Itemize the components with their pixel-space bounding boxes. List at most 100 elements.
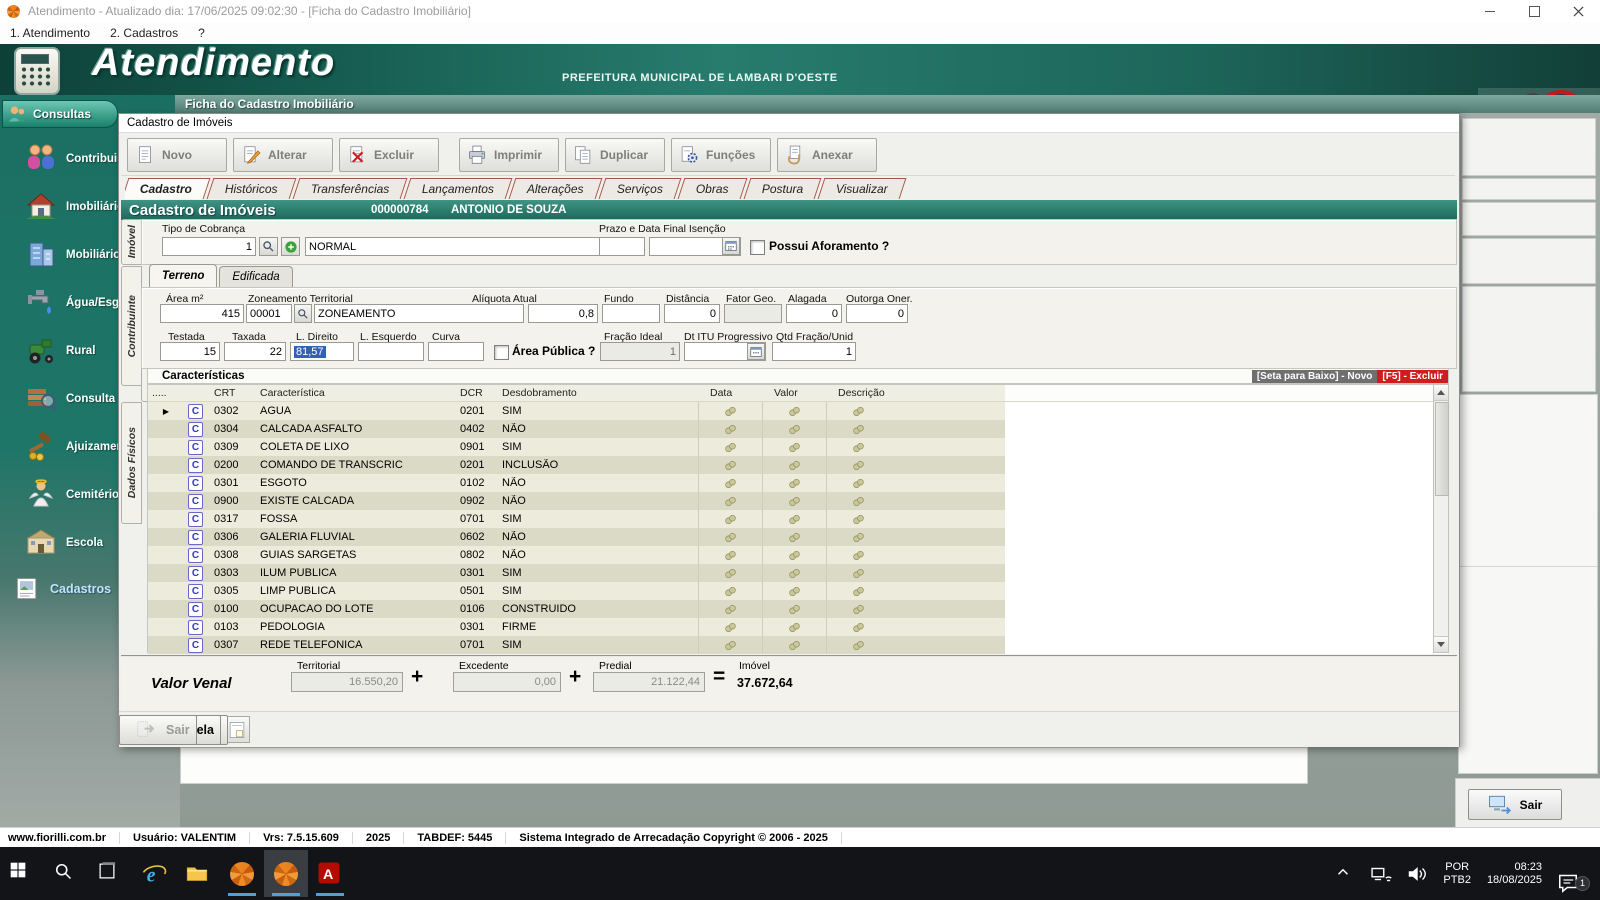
data-isencao-calendar-button[interactable] — [722, 237, 740, 255]
tipo-cobranca-search-button[interactable] — [259, 237, 278, 256]
minimize-button[interactable] — [1468, 0, 1512, 22]
descricao-lookup-icon[interactable] — [826, 636, 890, 654]
descricao-lookup-icon[interactable] — [826, 528, 890, 546]
valor-lookup-icon[interactable] — [762, 492, 826, 510]
qtd-fracao-field[interactable]: 1 — [772, 342, 856, 361]
table-row[interactable]: C 0302 AGUA 0201 SIM — [148, 402, 1448, 420]
table-row[interactable]: C 0200 COMANDO DE TRANSCRIC 0201 INCLUSÃ… — [148, 456, 1448, 474]
data-lookup-icon[interactable] — [698, 600, 762, 618]
prazo-isencao-field[interactable] — [599, 237, 645, 256]
notification-center-button[interactable]: 1 — [1556, 859, 1586, 889]
taxada-field[interactable]: 22 — [224, 342, 286, 361]
tab-servicos[interactable]: Serviços — [599, 178, 682, 199]
side-tab-imovel[interactable]: Imóvel — [121, 219, 142, 265]
tab-historicos[interactable]: Históricos — [207, 178, 297, 199]
valor-lookup-icon[interactable] — [762, 474, 826, 492]
data-lookup-icon[interactable] — [698, 582, 762, 600]
fiorilli-app-button[interactable] — [220, 850, 264, 897]
dt-itu-calendar-button[interactable] — [747, 343, 765, 360]
side-tab-contribuinte[interactable]: Contribuinte — [121, 266, 142, 386]
table-row[interactable]: C 0305 LIMP PUBLICA 0501 SIM — [148, 582, 1448, 600]
table-row[interactable]: C 0100 OCUPACAO DO LOTE 0106 CONSTRUIDO — [148, 600, 1448, 618]
file-explorer-button[interactable] — [176, 850, 220, 897]
maximize-button[interactable] — [1512, 0, 1556, 22]
data-lookup-icon[interactable] — [698, 420, 762, 438]
tray-chevron-up-icon[interactable] — [1334, 863, 1356, 885]
imprimir-button[interactable]: Imprimir — [459, 138, 559, 172]
sair-dialog-button[interactable]: Sair — [119, 715, 197, 745]
outorga-field[interactable]: 0 — [846, 304, 908, 323]
sair-background-button[interactable]: Sair — [1468, 789, 1562, 820]
l-direito-field[interactable]: 81,57 — [290, 342, 354, 361]
internet-explorer-button[interactable]: e — [132, 850, 176, 897]
valor-lookup-icon[interactable] — [762, 510, 826, 528]
l-esquerdo-field[interactable] — [358, 342, 424, 361]
data-lookup-icon[interactable] — [698, 492, 762, 510]
descricao-lookup-icon[interactable] — [826, 546, 890, 564]
aliquota-field[interactable]: 0,8 — [528, 304, 598, 323]
descricao-lookup-icon[interactable] — [826, 582, 890, 600]
aforamento-checkbox[interactable] — [750, 240, 765, 255]
curva-field[interactable] — [428, 342, 484, 361]
descricao-lookup-icon[interactable] — [826, 600, 890, 618]
tab-visualizar[interactable]: Visualizar — [818, 178, 907, 199]
fundo-field[interactable] — [602, 304, 660, 323]
speaker-icon[interactable] — [1406, 863, 1428, 885]
alagada-field[interactable]: 0 — [786, 304, 842, 323]
descricao-lookup-icon[interactable] — [826, 474, 890, 492]
tab-terreno[interactable]: Terreno — [149, 264, 217, 287]
scroll-up-button[interactable] — [1434, 385, 1448, 401]
table-row[interactable]: C 0309 COLETA DE LIXO 0901 SIM — [148, 438, 1448, 456]
tab-obras[interactable]: Obras — [678, 178, 748, 199]
descricao-lookup-icon[interactable] — [826, 618, 890, 636]
tipo-cobranca-name-field[interactable]: NORMAL — [305, 237, 605, 256]
scroll-thumb[interactable] — [1435, 402, 1449, 496]
fator-geo-field[interactable] — [724, 304, 782, 323]
close-button[interactable] — [1556, 0, 1600, 22]
side-tab-dados-fisicos[interactable]: Dados Físicos — [121, 402, 142, 524]
descricao-lookup-icon[interactable] — [826, 438, 890, 456]
valor-lookup-icon[interactable] — [762, 528, 826, 546]
descricao-lookup-icon[interactable] — [826, 420, 890, 438]
tab-cadastro[interactable]: Cadastro — [125, 178, 210, 199]
valor-lookup-icon[interactable] — [762, 582, 826, 600]
table-row[interactable]: C 0900 EXISTE CALCADA 0902 NÃO — [148, 492, 1448, 510]
tab-transferencias[interactable]: Transferências — [292, 178, 407, 199]
network-icon[interactable] — [1370, 863, 1392, 885]
data-lookup-icon[interactable] — [698, 438, 762, 456]
descricao-lookup-icon[interactable] — [826, 402, 890, 420]
data-lookup-icon[interactable] — [698, 546, 762, 564]
start-button[interactable] — [0, 850, 44, 897]
table-row[interactable]: C 0317 FOSSA 0701 SIM — [148, 510, 1448, 528]
distancia-field[interactable]: 0 — [664, 304, 720, 323]
data-lookup-icon[interactable] — [698, 402, 762, 420]
zoneamento-name-field[interactable]: ZONEAMENTO — [314, 304, 524, 323]
valor-lookup-icon[interactable] — [762, 402, 826, 420]
data-lookup-icon[interactable] — [698, 564, 762, 582]
table-row[interactable]: C 0306 GALERIA FLUVIAL 0602 NÃO — [148, 528, 1448, 546]
table-row[interactable]: C 0103 PEDOLOGIA 0301 FIRME — [148, 618, 1448, 636]
sidebar-header-consultas[interactable]: Consultas — [2, 100, 118, 128]
descricao-lookup-icon[interactable] — [826, 456, 890, 474]
descricao-lookup-icon[interactable] — [826, 492, 890, 510]
tab-lancamentos[interactable]: Lançamentos — [404, 178, 513, 199]
tab-edificada[interactable]: Edificada — [219, 266, 292, 287]
language-indicator[interactable]: POR PTB2 — [1443, 861, 1471, 887]
data-lookup-icon[interactable] — [698, 456, 762, 474]
adobe-reader-button[interactable]: A — [308, 850, 352, 897]
descricao-lookup-icon[interactable] — [826, 564, 890, 582]
zoneamento-search-button[interactable] — [294, 304, 312, 323]
table-row[interactable]: C 0301 ESGOTO 0102 NÃO — [148, 474, 1448, 492]
area-field[interactable]: 415 — [160, 304, 244, 323]
tab-alteracoes[interactable]: Alterações — [509, 178, 603, 199]
valor-lookup-icon[interactable] — [762, 564, 826, 582]
alterar-button[interactable]: Alterar — [233, 138, 333, 172]
novo-button[interactable]: Novo — [127, 138, 227, 172]
tipo-cobranca-field[interactable]: 1 — [162, 237, 256, 256]
fracao-field[interactable]: 1 — [600, 342, 680, 361]
clock[interactable]: 08:23 18/08/2025 — [1487, 861, 1542, 887]
fiorilli-app-button-active[interactable] — [264, 850, 308, 897]
excluir-button[interactable]: Excluir — [339, 138, 439, 172]
scroll-down-button[interactable] — [1434, 636, 1448, 652]
tipo-cobranca-add-button[interactable] — [281, 237, 300, 256]
